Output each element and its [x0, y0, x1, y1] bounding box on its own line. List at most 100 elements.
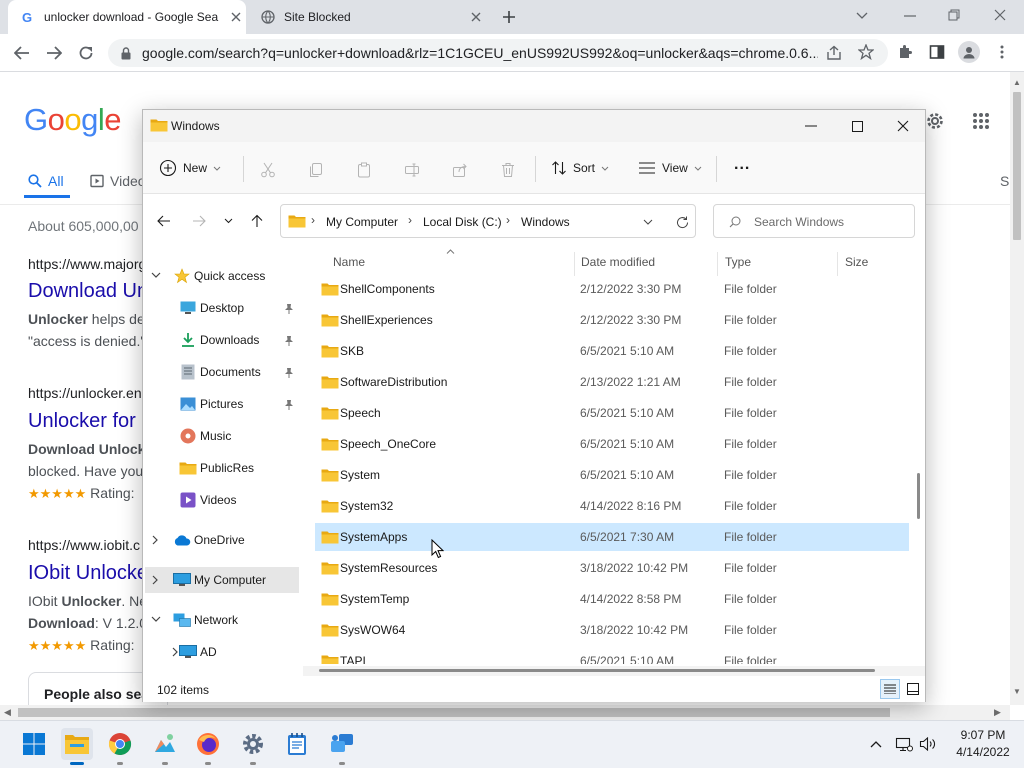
- new-button[interactable]: New: [159, 150, 221, 186]
- file-row-skb[interactable]: SKB 6/5/2021 5:10 AM File folder: [315, 337, 909, 365]
- tiles-view-icon[interactable]: [903, 679, 923, 699]
- notepad-icon[interactable]: [281, 728, 313, 760]
- sidebar-item-music[interactable]: Music: [145, 423, 299, 449]
- google-logo[interactable]: Google: [24, 102, 122, 138]
- sidebar-item-onedrive[interactable]: OneDrive: [145, 527, 299, 553]
- file-row-shellcomponents[interactable]: ShellComponents 2/12/2022 3:30 PM File fol…: [315, 276, 909, 303]
- forward-arrow-icon[interactable]: [190, 212, 208, 230]
- up-arrow-icon[interactable]: [248, 212, 266, 230]
- forward-icon[interactable]: [44, 43, 64, 63]
- share-icon[interactable]: [825, 44, 843, 62]
- breadcrumb-my-computer[interactable]: My Computer: [326, 215, 398, 229]
- sidebar-item-documents[interactable]: Documents: [145, 359, 299, 385]
- sidebar-item-ad[interactable]: AD: [145, 639, 299, 665]
- file-row-speech-onecore[interactable]: Speech_OneCore 6/5/2021 5:10 AM File folde…: [315, 430, 909, 458]
- cut-icon[interactable]: [258, 160, 278, 180]
- breadcrumb-local-disk[interactable]: Local Disk (C:): [423, 215, 502, 229]
- close-icon[interactable]: [992, 7, 1008, 23]
- sidebar-item-quick-access[interactable]: Quick access: [145, 263, 299, 289]
- file-list-horizontal-scrollbar-thumb[interactable]: [319, 669, 875, 672]
- sidebar-item-network[interactable]: Network: [145, 607, 299, 633]
- settings-icon[interactable]: [237, 728, 269, 760]
- maximize-icon[interactable]: [849, 118, 865, 134]
- result-title[interactable]: Unlocker for: [28, 410, 136, 433]
- photos-icon[interactable]: [149, 728, 181, 760]
- file-row-system[interactable]: System 6/5/2021 5:10 AM File folder: [315, 461, 909, 489]
- collapse-chevron-icon[interactable]: [151, 575, 161, 585]
- extensions-icon[interactable]: [896, 43, 914, 61]
- result-url[interactable]: https://www.iobit.c: [28, 537, 140, 553]
- address-history-chevron-icon[interactable]: [642, 216, 654, 228]
- side-panel-icon[interactable]: [928, 43, 946, 61]
- result-url[interactable]: https://unlocker.en: [28, 385, 142, 401]
- tray-overflow-chevron-icon[interactable]: [867, 735, 885, 753]
- expand-chevron-icon[interactable]: [151, 615, 161, 625]
- delete-icon[interactable]: [498, 160, 518, 180]
- profile-avatar-icon[interactable]: [958, 41, 980, 63]
- refresh-icon[interactable]: [674, 214, 690, 230]
- clock-time[interactable]: 9:07 PM: [948, 728, 1018, 742]
- column-separator[interactable]: [574, 252, 575, 276]
- file-row-shellexperiences[interactable]: ShellExperiences 2/12/2022 3:30 PM File fo…: [315, 306, 909, 334]
- tab-google-search[interactable]: G unlocker download - Google Sea: [8, 0, 246, 34]
- file-row-systemapps[interactable]: SystemApps 6/5/2021 7:30 AM File folder: [315, 523, 909, 551]
- close-tab-icon[interactable]: [468, 9, 484, 25]
- result-url[interactable]: https://www.majorg: [28, 256, 146, 272]
- back-arrow-icon[interactable]: [155, 212, 173, 230]
- settings-gear-icon[interactable]: [924, 110, 946, 132]
- chrome-icon[interactable]: [104, 728, 136, 760]
- rename-icon[interactable]: [402, 160, 422, 180]
- google-apps-icon[interactable]: [970, 110, 992, 132]
- clock-date[interactable]: 4/14/2022: [948, 745, 1018, 759]
- expand-chevron-icon[interactable]: [151, 271, 161, 281]
- file-row-systemresources[interactable]: SystemResources 3/18/2022 10:42 PM File fo…: [315, 554, 909, 582]
- see-more-button[interactable]: ...: [734, 156, 750, 174]
- scroll-up-arrow-icon[interactable]: ▲: [1013, 78, 1021, 87]
- scroll-left-arrow-icon[interactable]: ◀: [4, 707, 11, 718]
- sidebar-item-publicres[interactable]: PublicRes: [145, 455, 299, 481]
- close-tab-icon[interactable]: [228, 9, 244, 25]
- new-tab-icon[interactable]: [500, 9, 518, 25]
- close-icon[interactable]: [895, 118, 911, 134]
- firefox-icon[interactable]: [192, 728, 224, 760]
- view-button[interactable]: View: [638, 150, 702, 186]
- copy-icon[interactable]: [306, 160, 326, 180]
- sidebar-item-videos[interactable]: Videos: [145, 487, 299, 513]
- network-status-icon[interactable]: [894, 735, 914, 753]
- reload-icon[interactable]: [76, 43, 96, 63]
- breadcrumb-windows[interactable]: Windows: [521, 215, 570, 229]
- sort-button[interactable]: Sort: [551, 150, 609, 186]
- column-name[interactable]: Name: [333, 255, 365, 269]
- scroll-right-arrow-icon[interactable]: ▶: [994, 707, 1001, 718]
- scroll-down-arrow-icon[interactable]: ▼: [1013, 687, 1021, 696]
- file-row-tapi[interactable]: TAPI 6/5/2021 5:10 AM File folder: [315, 647, 909, 664]
- result-title[interactable]: Download Un: [28, 280, 148, 303]
- volume-icon[interactable]: [918, 735, 938, 753]
- file-row-softwaredistribution[interactable]: SoftwareDistribution 2/13/2022 1:21 AM Fil…: [315, 368, 909, 396]
- chat-icon[interactable]: [326, 728, 358, 760]
- paste-icon[interactable]: [354, 160, 374, 180]
- lock-icon[interactable]: [118, 45, 134, 61]
- start-icon[interactable]: [18, 728, 50, 760]
- file-row-speech[interactable]: Speech 6/5/2021 5:10 AM File folder: [315, 399, 909, 427]
- tab-all[interactable]: All: [28, 173, 64, 189]
- collapse-chevron-icon[interactable]: [151, 535, 161, 545]
- minimize-icon[interactable]: [902, 8, 918, 24]
- chevron-down-icon[interactable]: [854, 8, 870, 24]
- file-explorer-icon[interactable]: [61, 728, 93, 760]
- sidebar-item-desktop[interactable]: Desktop: [145, 295, 299, 321]
- page-horizontal-scrollbar[interactable]: ◀ ▶: [0, 705, 1010, 720]
- chrome-menu-icon[interactable]: [994, 43, 1010, 61]
- sidebar-item-pictures[interactable]: Pictures: [145, 391, 299, 417]
- column-separator[interactable]: [837, 252, 838, 276]
- page-vertical-scrollbar[interactable]: ▲ ▼: [1010, 72, 1024, 705]
- column-size[interactable]: Size: [845, 255, 868, 269]
- column-date-modified[interactable]: Date modified: [581, 255, 655, 269]
- tab-more[interactable]: S: [1000, 173, 1009, 189]
- minimize-icon[interactable]: [803, 118, 819, 134]
- file-row-syswow64[interactable]: SysWOW64 3/18/2022 10:42 PM File folder: [315, 616, 909, 644]
- details-view-icon[interactable]: [880, 679, 900, 699]
- file-row-systemtemp[interactable]: SystemTemp 4/14/2022 8:58 PM File folder: [315, 585, 909, 613]
- result-title[interactable]: IObit Unlocke: [28, 562, 148, 585]
- scrollbar-thumb[interactable]: [1013, 92, 1021, 240]
